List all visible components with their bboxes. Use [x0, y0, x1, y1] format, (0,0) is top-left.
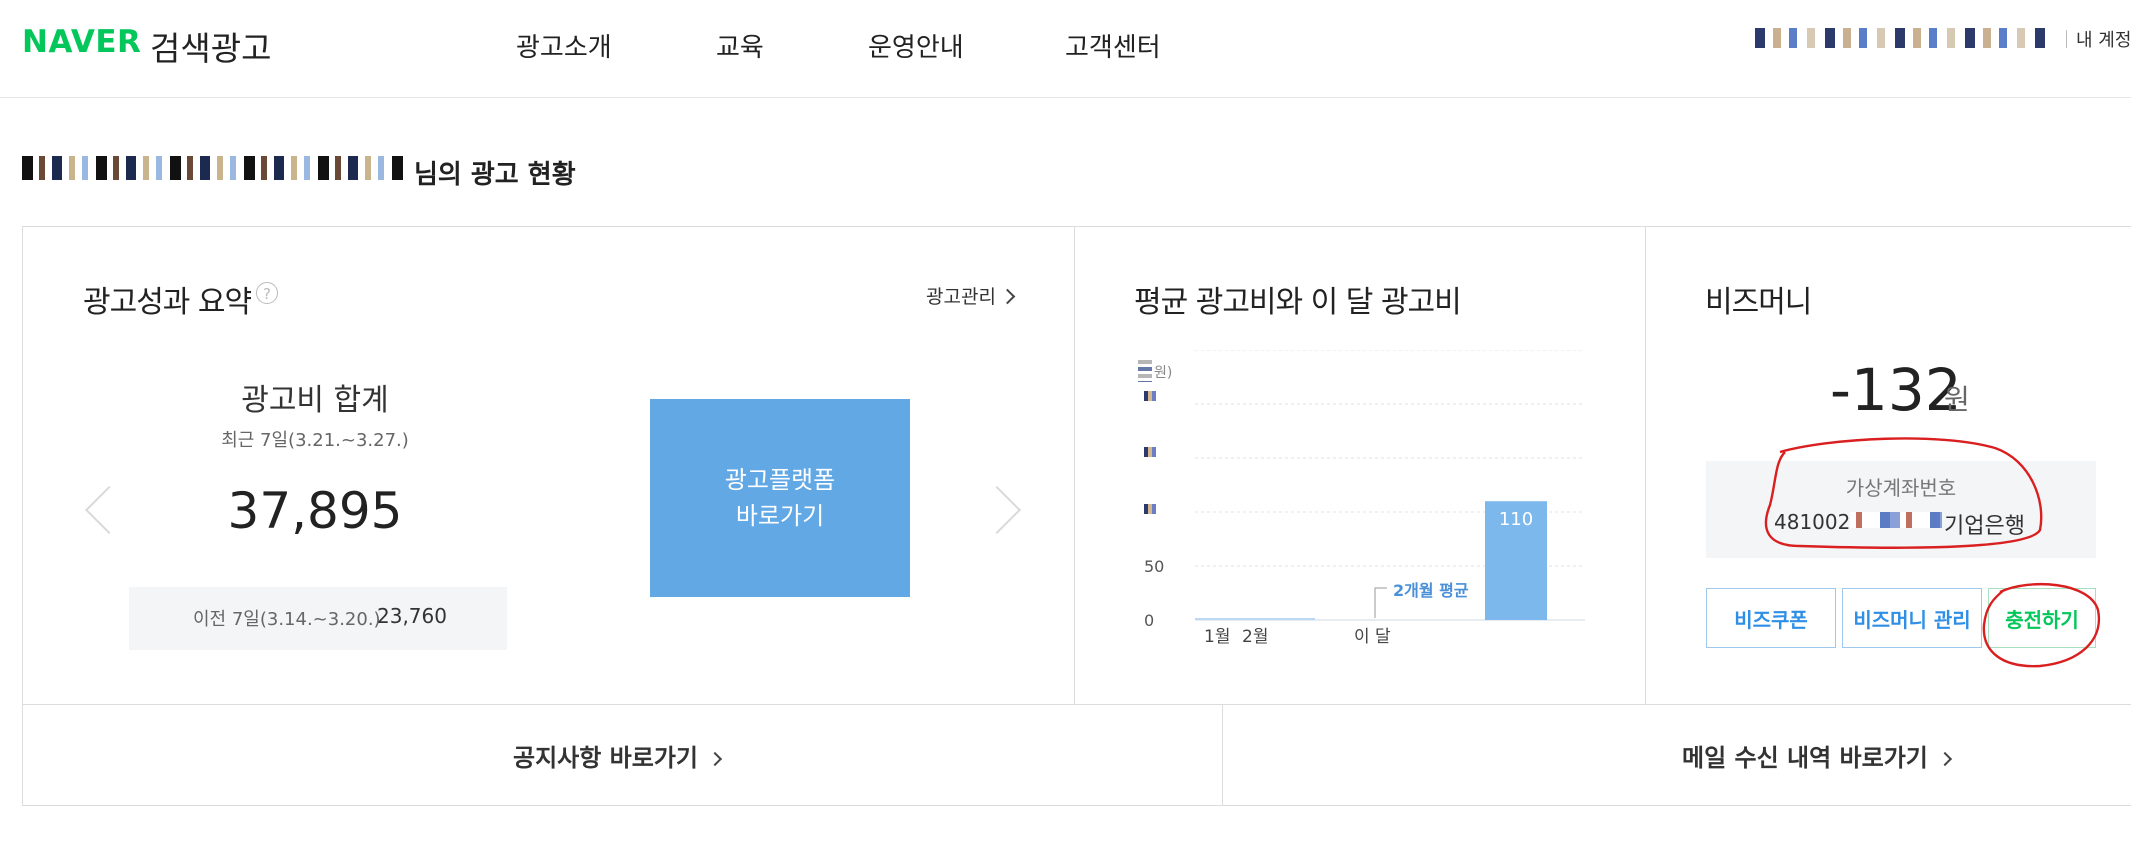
help-icon[interactable]: ?	[256, 282, 278, 304]
footer-divider	[1222, 704, 1223, 806]
spend-period: 최근 7일(3.21.~3.27.)	[221, 430, 409, 451]
page-title: 님의 광고 현황	[414, 160, 576, 190]
bizmoney-manage-button[interactable]: 비즈머니 관리	[1842, 588, 1982, 648]
mail-history-link[interactable]: 메일 수신 내역 바로가기	[1682, 738, 1952, 773]
bar-month-2	[1255, 618, 1315, 620]
service-logo[interactable]: 검색광고	[150, 22, 271, 70]
ad-platform-button[interactable]: 광고플랫폼 바로가기	[650, 399, 910, 597]
previous-period-value: 23,760	[377, 604, 447, 628]
spend-bar-chart: 0 50 1월 2월 이 달 110 2개월 평균	[1144, 350, 1585, 647]
nav-operation-guide[interactable]: 운영안내	[868, 27, 964, 64]
panel-divider-2	[1645, 226, 1646, 704]
virtual-account-bank: 기업은행	[1944, 514, 2025, 539]
virtual-account-label: 가상계좌번호	[1845, 476, 1957, 500]
chevron-right-icon	[999, 288, 1016, 305]
ad-platform-button-line1: 광고플랫폼	[724, 466, 836, 494]
header-divider	[2066, 30, 2067, 48]
account-owner-redacted	[22, 156, 406, 180]
notice-link-label: 공지사항 바로가기	[513, 744, 698, 772]
x-tick-label: 2월	[1242, 627, 1268, 647]
mail-history-link-label: 메일 수신 내역 바로가기	[1682, 744, 1928, 772]
y-tick-label: 50	[1144, 557, 1164, 576]
account-number-redacted	[1850, 512, 1942, 528]
ad-manage-link[interactable]: 광고관리	[926, 282, 1016, 309]
panel-divider-1	[1074, 226, 1075, 704]
average-leader-line	[1374, 587, 1387, 618]
nav-customer-center[interactable]: 고객센터	[1065, 27, 1161, 64]
chart-title: 평균 광고비와 이 달 광고비	[1134, 285, 1462, 320]
notice-link[interactable]: 공지사항 바로가기	[513, 738, 723, 773]
charge-button[interactable]: 충전하기	[1988, 588, 2096, 648]
ad-manage-label: 광고관리	[926, 286, 996, 308]
chevron-right-icon	[1937, 751, 1952, 767]
summary-title: 광고성과 요약	[83, 285, 252, 320]
naver-logo[interactable]: NAVER	[22, 24, 141, 60]
user-name-redacted	[1755, 28, 2053, 48]
bar-month-1	[1195, 618, 1255, 620]
average-annotation: 2개월 평균	[1393, 581, 1469, 600]
bizmoney-unit: 원	[1944, 383, 1970, 416]
x-tick-label: 1월	[1204, 627, 1230, 647]
nav-education[interactable]: 교육	[716, 27, 764, 64]
nav-ad-intro[interactable]: 광고소개	[516, 27, 612, 64]
bar-value-label: 110	[1499, 509, 1533, 530]
biz-coupon-button[interactable]: 비즈쿠폰	[1706, 588, 1836, 648]
y-tick-label: 0	[1144, 611, 1154, 630]
virtual-account-number: 481002	[1774, 510, 1851, 534]
ad-platform-button-line2: 바로가기	[735, 502, 825, 530]
previous-period-label: 이전 7일(3.14.~3.20.)	[193, 609, 381, 630]
my-account-link[interactable]: 내 계정	[2076, 26, 2131, 52]
bizmoney-balance: -132	[1830, 356, 1962, 424]
spend-total-value: 37,895	[227, 482, 403, 540]
spend-total-label: 광고비 합계	[241, 383, 389, 418]
chevron-right-icon	[707, 751, 723, 767]
bizmoney-title: 비즈머니	[1705, 285, 1812, 320]
x-tick-label: 이 달	[1354, 627, 1391, 647]
panel-divider-horizontal	[22, 704, 2131, 705]
